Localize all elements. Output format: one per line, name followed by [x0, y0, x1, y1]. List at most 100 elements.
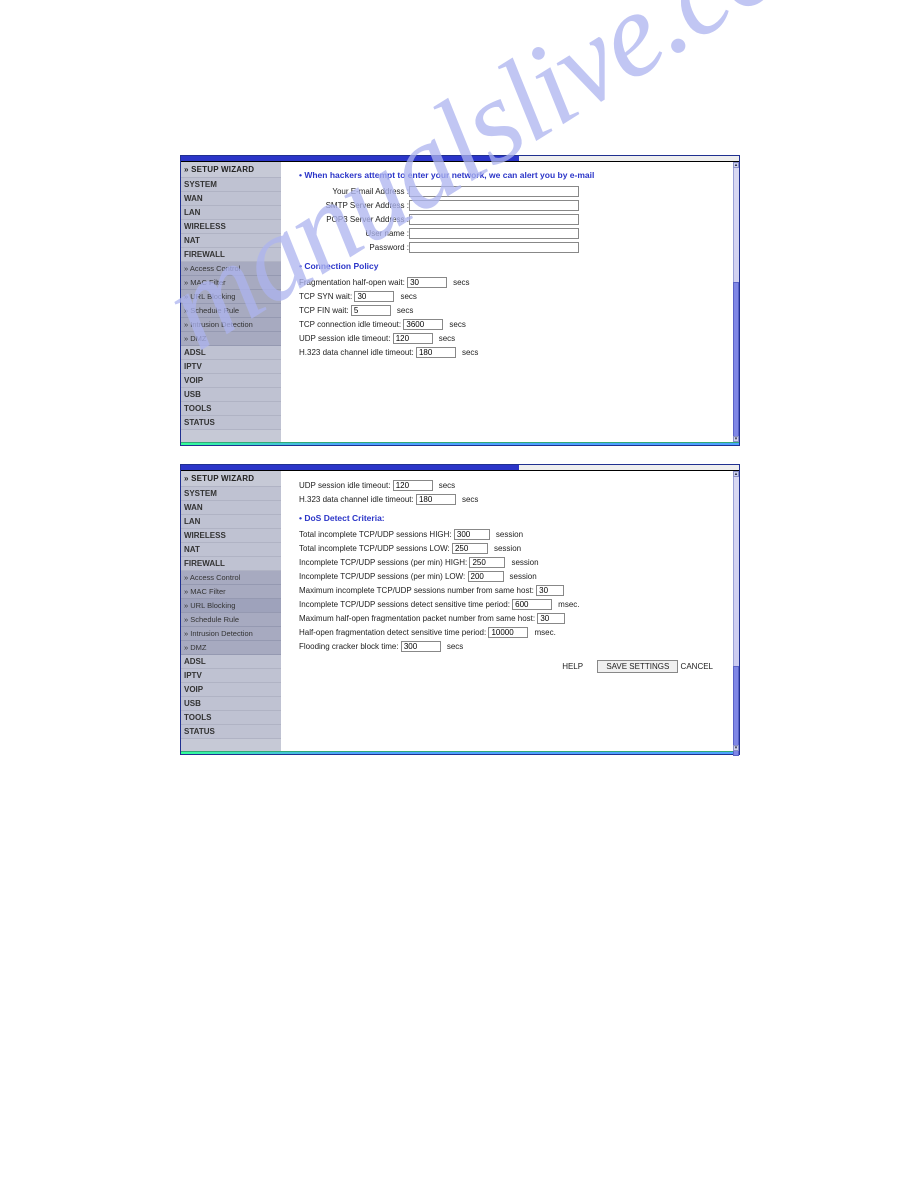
sidebar-item-adsl[interactable]: ADSL [181, 346, 281, 360]
label-h323-idle: H.323 data channel idle timeout: [299, 495, 414, 504]
input-password[interactable] [409, 242, 579, 253]
input-username[interactable] [409, 228, 579, 239]
input-tcp-idle[interactable] [403, 319, 443, 330]
label-frag-halfopen: Fragmentation half-open wait: [299, 278, 405, 287]
sidebar-sub-dmz[interactable]: » DMZ [181, 332, 281, 346]
sidebar-item-lan[interactable]: LAN [181, 515, 281, 529]
label-ti-high: Total incomplete TCP/UDP sessions HIGH: [299, 530, 452, 539]
sidebar-sub-mac-filter[interactable]: » MAC Filter [181, 276, 281, 290]
sidebar-setup-wizard[interactable]: » SETUP WIZARD [181, 471, 281, 487]
input-h323-idle[interactable] [416, 347, 456, 358]
sidebar-setup-wizard[interactable]: » SETUP WIZARD [181, 162, 281, 178]
label-pop3: POP3 Server Address : [299, 215, 409, 224]
unit-secs: secs [397, 306, 413, 315]
label-h323-idle: H.323 data channel idle timeout: [299, 348, 414, 357]
unit-secs: secs [400, 292, 416, 301]
label-frag-time: Half-open fragmentation detect sensitive… [299, 628, 486, 637]
unit-secs: secs [447, 642, 463, 651]
sidebar-item-status[interactable]: STATUS [181, 416, 281, 430]
unit-secs: secs [449, 320, 465, 329]
sidebar-sub-schedule-rule[interactable]: » Schedule Rule [181, 304, 281, 318]
label-flood: Flooding cracker block time: [299, 642, 399, 651]
input-tcp-syn[interactable] [354, 291, 394, 302]
unit-session: session [494, 544, 521, 553]
input-frag-halfopen[interactable] [407, 277, 447, 288]
sidebar-item-system[interactable]: SYSTEM [181, 178, 281, 192]
sidebar-sub-schedule-rule[interactable]: » Schedule Rule [181, 613, 281, 627]
sidebar-item-usb[interactable]: USB [181, 388, 281, 402]
sidebar-sub-url-blocking[interactable]: » URL Blocking [181, 599, 281, 613]
input-udp-idle[interactable] [393, 480, 433, 491]
sidebar-item-nat[interactable]: NAT [181, 234, 281, 248]
sidebar: » SETUP WIZARD SYSTEM WAN LAN WIRELESS N… [181, 162, 281, 442]
input-tcp-fin[interactable] [351, 305, 391, 316]
cancel-link[interactable]: CANCEL [681, 662, 713, 671]
sidebar-item-iptv[interactable]: IPTV [181, 360, 281, 374]
sidebar-item-system[interactable]: SYSTEM [181, 487, 281, 501]
sidebar-item-iptv[interactable]: IPTV [181, 669, 281, 683]
sidebar-item-wireless[interactable]: WIRELESS [181, 220, 281, 234]
sidebar-item-firewall[interactable]: FIREWALL [181, 248, 281, 262]
scroll-up-icon[interactable]: ▴ [733, 162, 739, 168]
input-ti-low[interactable] [452, 543, 488, 554]
sidebar-item-nat[interactable]: NAT [181, 543, 281, 557]
input-email[interactable] [409, 186, 579, 197]
save-settings-button[interactable]: SAVE SETTINGS [597, 660, 678, 673]
label-password: Password : [299, 243, 409, 252]
scroll-thumb[interactable] [733, 666, 739, 756]
unit-secs: secs [453, 278, 469, 287]
sidebar-sub-access-control[interactable]: » Access Control [181, 262, 281, 276]
sidebar-item-status[interactable]: STATUS [181, 725, 281, 739]
input-h323-idle[interactable] [416, 494, 456, 505]
section-title-dos: DoS Detect Criteria: [299, 513, 729, 523]
sidebar-item-lan[interactable]: LAN [181, 206, 281, 220]
label-inc-low: Incomplete TCP/UDP sessions (per min) LO… [299, 572, 465, 581]
sidebar-item-voip[interactable]: VOIP [181, 374, 281, 388]
label-email: Your E-mail Address : [299, 187, 409, 196]
input-frag-time[interactable] [488, 627, 528, 638]
sidebar-item-voip[interactable]: VOIP [181, 683, 281, 697]
sidebar-sub-access-control[interactable]: » Access Control [181, 571, 281, 585]
help-link[interactable]: HELP [562, 662, 583, 671]
input-max-frag[interactable] [537, 613, 565, 624]
input-flood[interactable] [401, 641, 441, 652]
sidebar-sub-url-blocking[interactable]: » URL Blocking [181, 290, 281, 304]
unit-session: session [496, 530, 523, 539]
sidebar-item-usb[interactable]: USB [181, 697, 281, 711]
input-max-inc[interactable] [536, 585, 564, 596]
input-inc-low[interactable] [468, 571, 504, 582]
scroll-down-icon[interactable]: ▾ [733, 745, 739, 751]
sidebar-sub-intrusion-detection[interactable]: » Intrusion Detection [181, 318, 281, 332]
scroll-thumb[interactable] [733, 282, 739, 442]
unit-msec: msec. [558, 600, 579, 609]
label-max-inc: Maximum incomplete TCP/UDP sessions numb… [299, 586, 534, 595]
sidebar-item-wan[interactable]: WAN [181, 192, 281, 206]
sidebar-sub-mac-filter[interactable]: » MAC Filter [181, 585, 281, 599]
panel-alert-connection: » SETUP WIZARD SYSTEM WAN LAN WIRELESS N… [180, 155, 740, 446]
input-ti-high[interactable] [454, 529, 490, 540]
input-smtp[interactable] [409, 200, 579, 211]
unit-session: session [510, 572, 537, 581]
sidebar-item-tools[interactable]: TOOLS [181, 402, 281, 416]
sidebar-sub-dmz[interactable]: » DMZ [181, 641, 281, 655]
label-udp-idle: UDP session idle timeout: [299, 334, 390, 343]
input-udp-idle[interactable] [393, 333, 433, 344]
scroll-down-icon[interactable]: ▾ [733, 436, 739, 442]
sidebar-item-firewall[interactable]: FIREWALL [181, 557, 281, 571]
scroll-up-icon[interactable]: ▴ [733, 471, 739, 477]
label-tcp-fin: TCP FIN wait: [299, 306, 349, 315]
unit-secs: secs [462, 348, 478, 357]
input-pop3[interactable] [409, 214, 579, 225]
label-udp-idle: UDP session idle timeout: [299, 481, 390, 490]
sidebar-item-wireless[interactable]: WIRELESS [181, 529, 281, 543]
unit-msec: msec. [534, 628, 555, 637]
sidebar-sub-intrusion-detection[interactable]: » Intrusion Detection [181, 627, 281, 641]
input-inc-high[interactable] [469, 557, 505, 568]
label-inc-time: Incomplete TCP/UDP sessions detect sensi… [299, 600, 510, 609]
sidebar-item-wan[interactable]: WAN [181, 501, 281, 515]
sidebar-item-tools[interactable]: TOOLS [181, 711, 281, 725]
label-username: User name : [299, 229, 409, 238]
input-inc-time[interactable] [512, 599, 552, 610]
unit-secs: secs [462, 495, 478, 504]
sidebar-item-adsl[interactable]: ADSL [181, 655, 281, 669]
